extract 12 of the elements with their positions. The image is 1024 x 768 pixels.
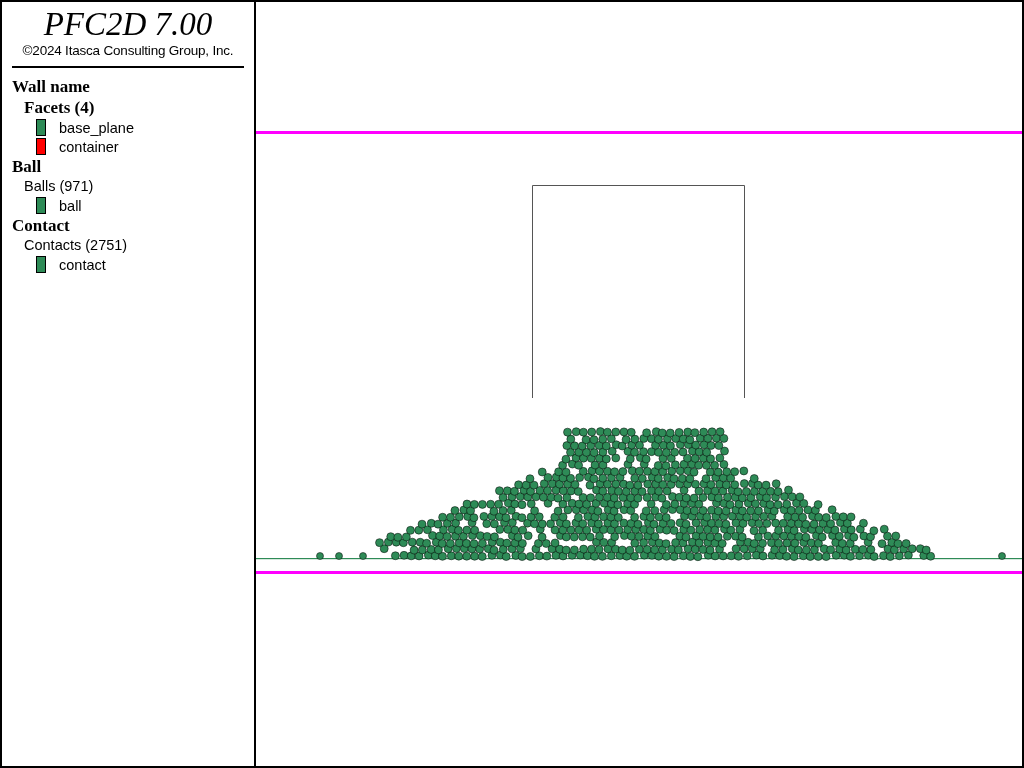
- program-title: PFC2D 7.00: [42, 6, 214, 42]
- legend-heading: Ball: [12, 156, 43, 177]
- legend-heading: Contact: [12, 215, 71, 236]
- legend-heading: Wall name: [12, 76, 91, 97]
- legend-item-label: container: [59, 138, 119, 155]
- copyright-text: ©2024 Itasca Consulting Group, Inc.: [21, 43, 235, 58]
- legend-group-label: Contacts (2751): [24, 236, 129, 255]
- legend-item-label: base_plane: [59, 119, 134, 136]
- legend-item-label: contact: [59, 256, 106, 273]
- legend-group-label: Balls (971): [24, 177, 95, 196]
- legend-group-label: Facets (4): [24, 97, 96, 118]
- legend-item-label: ball: [59, 197, 82, 214]
